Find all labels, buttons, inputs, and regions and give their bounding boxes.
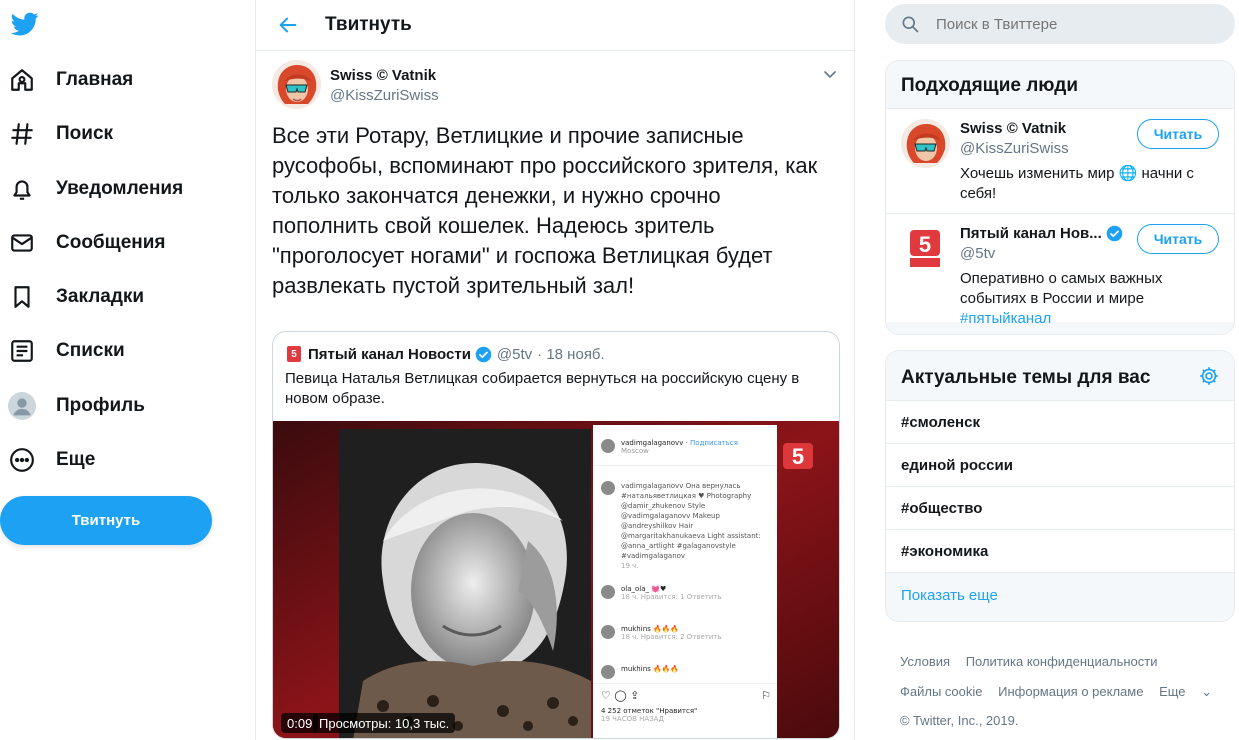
- bell-icon: [8, 175, 36, 203]
- nav-label: Профиль: [56, 395, 145, 416]
- follow-suggestion[interactable]: Swiss © Vatnik @KissZuriSwiss Хочешь изм…: [886, 109, 1234, 213]
- envelope-icon: [8, 229, 36, 257]
- quoted-author-handle[interactable]: @5tv: [497, 346, 532, 363]
- search-box[interactable]: [885, 4, 1235, 44]
- suggestion-name[interactable]: Swiss © Vatnik: [960, 120, 1066, 137]
- home-icon: [8, 66, 36, 94]
- video-player[interactable]: 5 vadimgalaganovv · Подписаться Moscow va…: [273, 421, 839, 738]
- footer-link-cookies[interactable]: Файлы cookie: [900, 684, 983, 699]
- suggestion-handle[interactable]: @5tv: [960, 245, 995, 262]
- compose-tweet-button[interactable]: Твитнуть: [0, 496, 212, 545]
- nav-label: Списки: [56, 340, 125, 361]
- footer-links: Файлы cookie Информация о рекламе Еще ⌄: [900, 684, 1236, 700]
- quoted-tweet-text: Певица Наталья Ветлицкая собирается верн…: [285, 370, 800, 407]
- quoted-author-name[interactable]: Пятый канал Новости: [308, 346, 471, 363]
- twitter-logo-icon[interactable]: [10, 10, 40, 38]
- suggestion-name-row[interactable]: Пятый канал Нов...: [960, 225, 1123, 242]
- trend-item[interactable]: единой россии: [886, 444, 1234, 486]
- chevron-down-icon: ⌄: [1201, 684, 1213, 699]
- quoted-date[interactable]: · 18 нояб.: [537, 346, 605, 363]
- hashtag-link[interactable]: #пятыйканал: [960, 310, 1051, 327]
- profile-icon: [8, 392, 36, 420]
- nav-label: Главная: [56, 69, 134, 90]
- back-arrow-icon[interactable]: [273, 10, 303, 40]
- trends-title: Актуальные темы для вас: [901, 367, 1151, 388]
- tweet-text: Все эти Ротару, Ветлицкие и прочие запис…: [272, 123, 818, 298]
- nav-notifications[interactable]: Уведомления: [8, 169, 183, 209]
- page-title: Твитнуть: [325, 14, 412, 35]
- left-navigation: Главная Поиск Уведомления Сообщения Закл…: [0, 0, 255, 740]
- follow-button[interactable]: Читать: [1137, 224, 1219, 254]
- nav-bookmarks[interactable]: Закладки: [8, 277, 144, 317]
- who-to-follow-title: Подходящие люди: [901, 75, 1079, 96]
- page-header: Твитнуть: [256, 0, 854, 51]
- nav-label: Поиск: [56, 123, 114, 144]
- avatar[interactable]: [272, 60, 321, 109]
- follow-button[interactable]: Читать: [1137, 119, 1219, 149]
- show-more-link[interactable]: Показать еще: [901, 587, 998, 604]
- search-icon: [900, 14, 920, 34]
- nav-label: Закладки: [56, 286, 145, 307]
- list-icon: [8, 337, 36, 365]
- suggestion-bio: Хочешь изменить мир 🌐 начни с себя!: [960, 165, 1194, 202]
- main-column: Твитнуть Swiss © Vatnik @KissZuriSwiss В…: [255, 0, 855, 740]
- hashtag-icon: [8, 120, 36, 148]
- nav-explore[interactable]: Поиск: [8, 114, 113, 154]
- footer-link-terms[interactable]: Условия: [900, 654, 950, 669]
- nav-messages[interactable]: Сообщения: [8, 223, 166, 263]
- nav-profile[interactable]: Профиль: [8, 386, 145, 426]
- nav-lists[interactable]: Списки: [8, 331, 125, 371]
- tweet-author: Swiss © Vatnik @KissZuriSwiss: [272, 60, 838, 112]
- nav-more[interactable]: Еще: [8, 440, 95, 480]
- instagram-screenshot: vadimgalaganovv · Подписаться Moscow vadi…: [593, 425, 777, 738]
- quoted-tweet-header: 5 Пятый канал Новости @5tv · 18 нояб.: [287, 344, 605, 364]
- trend-item[interactable]: #смоленск: [886, 401, 1234, 443]
- chevron-down-icon[interactable]: [822, 66, 838, 82]
- verified-badge-icon: [1106, 225, 1123, 242]
- footer-more-dropdown[interactable]: Еще ⌄: [1159, 684, 1224, 699]
- more-icon: [8, 446, 36, 474]
- svg-text:5: 5: [792, 444, 804, 469]
- verified-badge-icon: [475, 346, 492, 363]
- author-name[interactable]: Swiss © Vatnik: [330, 67, 436, 84]
- follow-suggestion[interactable]: 5 Пятый канал Нов... @5tv Оперативно о с…: [886, 214, 1234, 327]
- gear-icon[interactable]: [1198, 365, 1220, 387]
- nav-label: Сообщения: [56, 232, 166, 253]
- bookmark-icon: [8, 283, 36, 311]
- avatar[interactable]: [901, 119, 950, 168]
- svg-text:5: 5: [291, 349, 297, 360]
- nav-label: Уведомления: [56, 178, 184, 199]
- nav-label: Еще: [56, 449, 96, 470]
- suggestion-bio: Оперативно о самых важных событиях в Рос…: [960, 270, 1163, 327]
- channel-logo-icon: 5: [287, 346, 301, 362]
- svg-text:5: 5: [919, 232, 931, 257]
- nav-home[interactable]: Главная: [8, 60, 133, 100]
- author-handle[interactable]: @KissZuriSwiss: [330, 87, 439, 104]
- footer-link-privacy[interactable]: Политика конфиденциальности: [966, 654, 1158, 669]
- channel-logo-icon[interactable]: 5: [901, 224, 950, 273]
- trend-item[interactable]: #общество: [886, 487, 1234, 529]
- video-views-badge: Просмотры: 10,3 тыс.: [313, 713, 456, 733]
- footer-copyright: © Twitter, Inc., 2019.: [900, 713, 1019, 728]
- footer-links: Условия Политика конфиденциальности: [900, 654, 1169, 669]
- footer-link-ads[interactable]: Информация о рекламе: [998, 684, 1143, 699]
- trend-item[interactable]: #экономика: [886, 530, 1234, 572]
- trends-card: Актуальные темы для вас #смоленск единой…: [885, 350, 1235, 622]
- suggestion-name[interactable]: Пятый канал Нов...: [960, 225, 1102, 242]
- quoted-tweet[interactable]: 5 Пятый канал Новости @5tv · 18 нояб. Пе…: [272, 331, 840, 739]
- who-to-follow-card: Подходящие люди Swiss © Vatnik @KissZuri…: [885, 60, 1235, 335]
- suggestion-handle[interactable]: @KissZuriSwiss: [960, 140, 1069, 157]
- search-input[interactable]: [936, 15, 1216, 33]
